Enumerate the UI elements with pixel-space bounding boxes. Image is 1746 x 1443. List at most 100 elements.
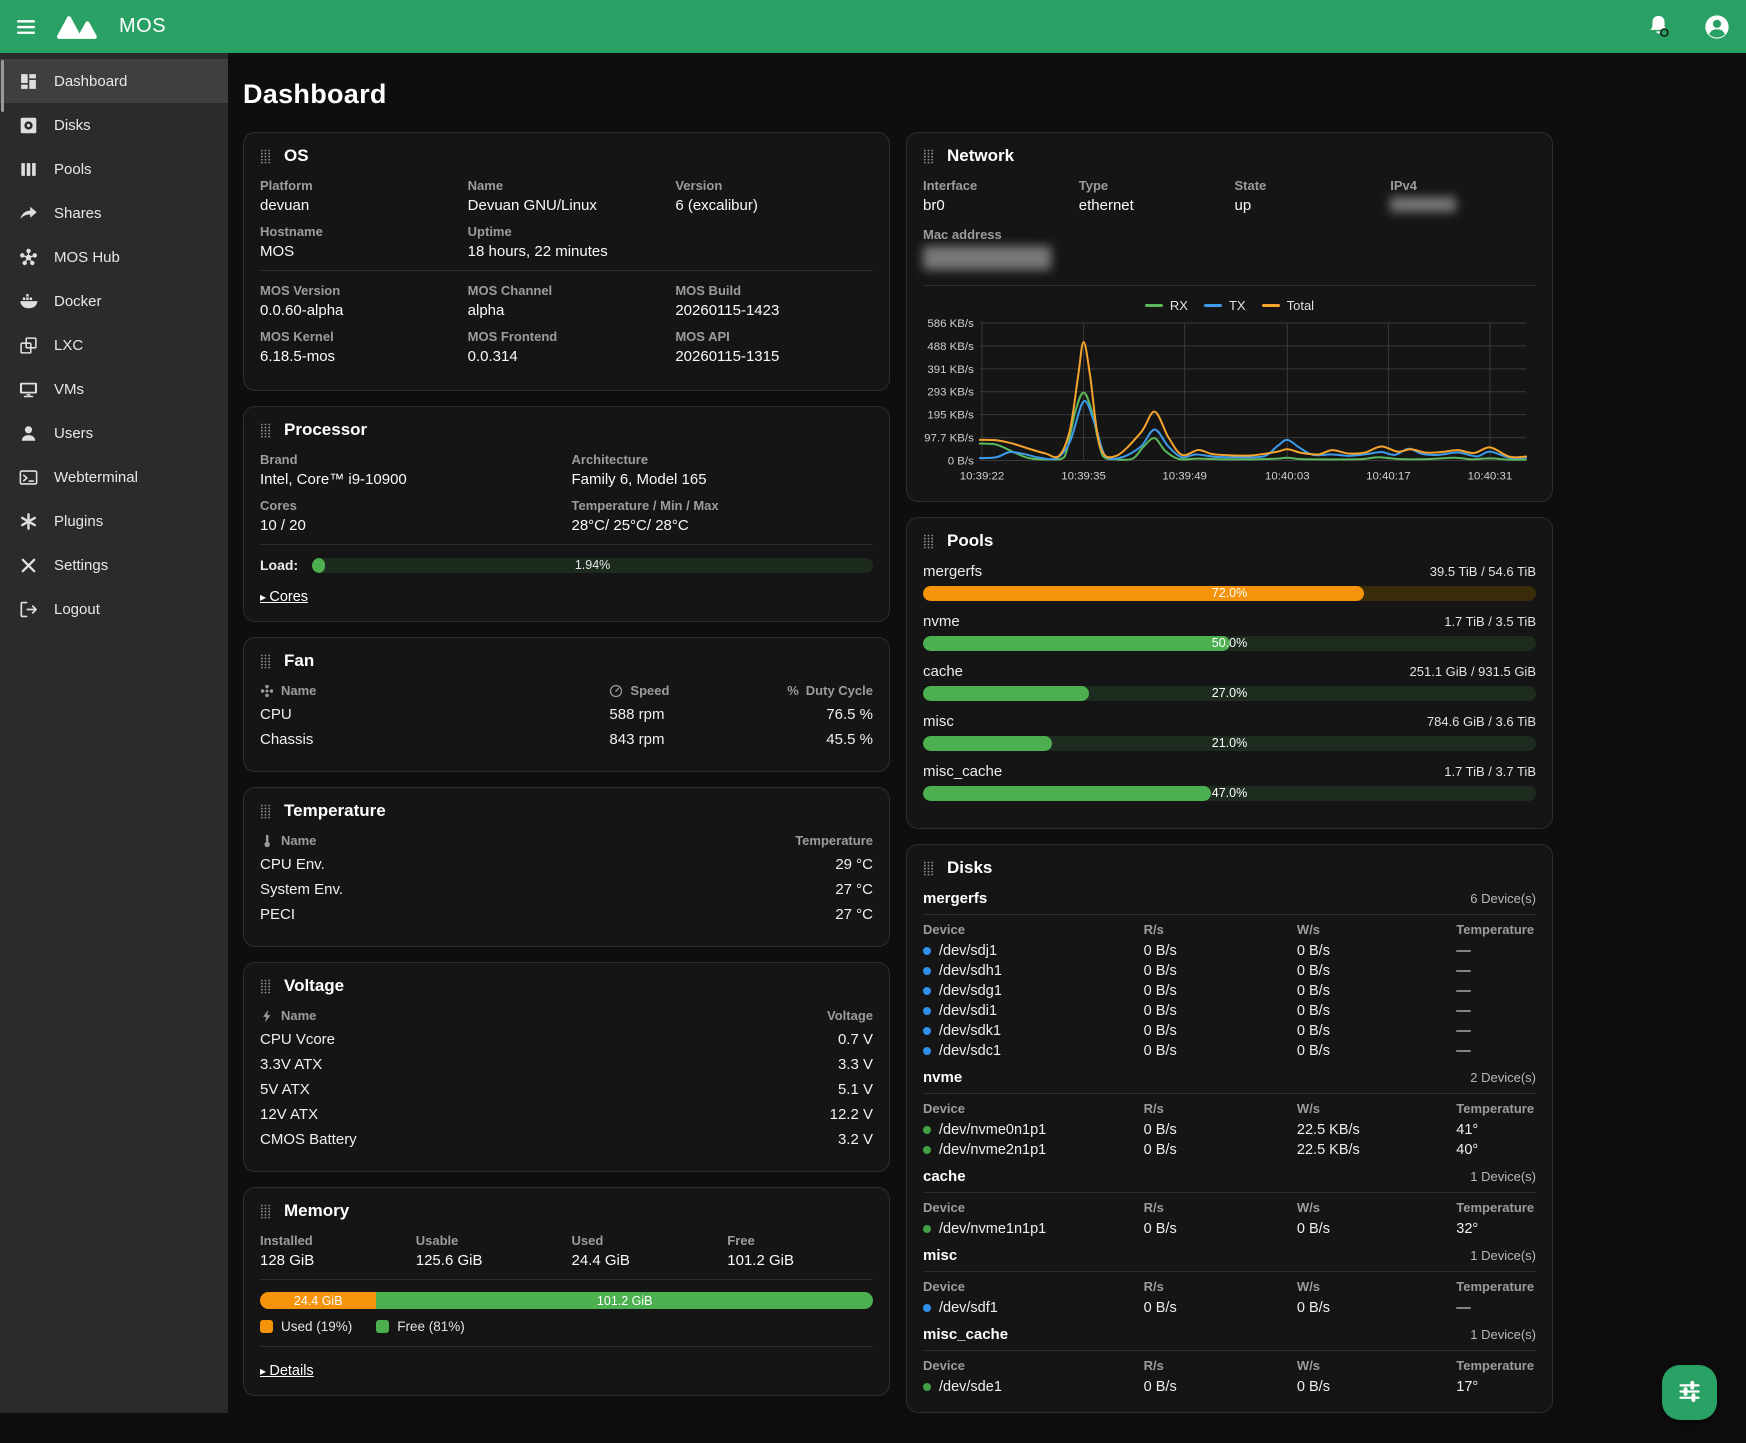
device-temperature: — bbox=[1456, 983, 1536, 999]
column-header: R/s bbox=[1144, 922, 1297, 937]
write-rate: 0 B/s bbox=[1297, 1043, 1456, 1059]
svg-text:10:39:49: 10:39:49 bbox=[1162, 470, 1207, 482]
sidebar-item-pools[interactable]: Pools bbox=[0, 147, 228, 191]
sidebar-item-label: Settings bbox=[54, 557, 108, 574]
field-platform: Platformdevuan bbox=[260, 178, 458, 214]
field-label: Used bbox=[572, 1233, 718, 1248]
disk-row: /dev/sdi10 B/s0 B/s— bbox=[923, 1001, 1536, 1021]
lxc-icon bbox=[18, 335, 38, 355]
pool-capacity: 1.7 TiB / 3.7 TiB bbox=[1444, 764, 1536, 779]
field-value: Intel, Core™ i9-10900 bbox=[260, 471, 562, 488]
sidebar-item-lxc[interactable]: LXC bbox=[0, 323, 228, 367]
svg-text:0 B/s: 0 B/s bbox=[948, 456, 974, 468]
thermometer-icon bbox=[260, 834, 274, 848]
svg-text:10:40:31: 10:40:31 bbox=[1468, 470, 1513, 482]
divider bbox=[260, 1279, 873, 1280]
account-icon[interactable] bbox=[1703, 13, 1731, 41]
details-link[interactable]: Details bbox=[260, 1363, 314, 1379]
sidebar-item-mos-hub[interactable]: MOS Hub bbox=[0, 235, 228, 279]
sidebar-item-shares[interactable]: Shares bbox=[0, 191, 228, 235]
column-header: Device bbox=[923, 922, 1144, 937]
sidebar: Dashboard DisksPoolsSharesMOS HubDockerLX… bbox=[0, 53, 228, 1413]
read-rate: 0 B/s bbox=[1144, 1379, 1297, 1395]
pool-name: misc_cache bbox=[923, 763, 1002, 780]
menu-icon[interactable] bbox=[15, 16, 37, 38]
field-hostname: HostnameMOS bbox=[260, 224, 458, 260]
write-rate: 0 B/s bbox=[1297, 1379, 1456, 1395]
field-label: Brand bbox=[260, 452, 562, 467]
sidebar-scrollbar[interactable] bbox=[1, 60, 4, 112]
pool-name: mergerfs bbox=[923, 563, 982, 580]
drag-handle-icon[interactable] bbox=[260, 654, 271, 669]
fab-settings-button[interactable] bbox=[1662, 1365, 1717, 1420]
device-temperature: 17° bbox=[1456, 1379, 1536, 1395]
disk-group-name: nvme bbox=[923, 1069, 962, 1086]
drag-handle-icon[interactable] bbox=[260, 979, 271, 994]
table-cell: 29 °C bbox=[835, 856, 873, 873]
table-row: CPU588 rpm76.5 % bbox=[260, 706, 873, 723]
field-value: Family 6, Model 165 bbox=[572, 471, 874, 488]
bolt-icon bbox=[260, 1009, 274, 1023]
card-processor: Processor BrandIntel, Core™ i9-10900Arch… bbox=[243, 406, 890, 622]
voltage-table: NameVoltageCPU Vcore0.7 V3.3V ATX3.3 V5V… bbox=[260, 1008, 873, 1148]
right-column: Network Interfacebr0TypeethernetStateupI… bbox=[906, 132, 1553, 1413]
sidebar-item-dashboard[interactable]: Dashboard bbox=[0, 59, 228, 103]
card-network: Network Interfacebr0TypeethernetStateupI… bbox=[906, 132, 1553, 502]
write-rate: 0 B/s bbox=[1297, 963, 1456, 979]
field-label: Free bbox=[727, 1233, 873, 1248]
drag-handle-icon[interactable] bbox=[923, 861, 934, 876]
logout-icon bbox=[18, 599, 38, 619]
device-count: 6 Device(s) bbox=[1470, 891, 1536, 906]
table-cell: Chassis bbox=[260, 731, 609, 748]
field-label: MOS Frontend bbox=[468, 329, 666, 344]
field-label: Platform bbox=[260, 178, 458, 193]
svg-text:10:40:03: 10:40:03 bbox=[1265, 470, 1310, 482]
column-header: Device bbox=[923, 1279, 1144, 1294]
drag-handle-icon[interactable] bbox=[260, 149, 271, 164]
cores-link[interactable]: Cores bbox=[260, 589, 308, 605]
pool-usage-bar: 27.0% bbox=[923, 686, 1536, 701]
load-label: Load: bbox=[260, 557, 298, 573]
sidebar-item-label: Dashboard bbox=[54, 73, 127, 90]
field-label: Mac address bbox=[923, 227, 1069, 242]
disk-row: /dev/nvme1n1p10 B/s0 B/s32° bbox=[923, 1219, 1536, 1239]
sidebar-item-settings[interactable]: Settings bbox=[0, 543, 228, 587]
write-rate: 0 B/s bbox=[1297, 943, 1456, 959]
field-label: Hostname bbox=[260, 224, 458, 239]
disk-section-mergerfs: mergerfs6 Device(s)DeviceR/sW/sTemperatu… bbox=[923, 890, 1536, 1061]
gauge-icon bbox=[609, 684, 623, 698]
drag-handle-icon[interactable] bbox=[260, 423, 271, 438]
app-logo bbox=[54, 11, 102, 42]
sidebar-item-users[interactable]: Users bbox=[0, 411, 228, 455]
device-name: /dev/sdh1 bbox=[923, 963, 1144, 979]
sidebar-item-webterminal[interactable]: Webterminal bbox=[0, 455, 228, 499]
disk-section-misc: misc1 Device(s)DeviceR/sW/sTemperature/d… bbox=[923, 1247, 1536, 1318]
bell-icon[interactable] bbox=[1645, 13, 1672, 40]
disks-sections: mergerfs6 Device(s)DeviceR/sW/sTemperatu… bbox=[923, 890, 1536, 1397]
sidebar-item-vms[interactable]: VMs bbox=[0, 367, 228, 411]
card-title: Pools bbox=[947, 531, 993, 551]
legend-item-used: Used (19%) bbox=[260, 1319, 352, 1334]
pool-percent: 50.0% bbox=[923, 636, 1536, 651]
field-value: up bbox=[1235, 197, 1381, 214]
field-value: 0.0.314 bbox=[468, 348, 666, 365]
table-cell: System Env. bbox=[260, 881, 835, 898]
field-value: 0.0.60-alpha bbox=[260, 302, 458, 319]
details-link-label: Details bbox=[269, 1363, 313, 1379]
pool-usage-bar: 21.0% bbox=[923, 736, 1536, 751]
device-status-dot bbox=[923, 1146, 931, 1154]
sidebar-item-docker[interactable]: Docker bbox=[0, 279, 228, 323]
drag-handle-icon[interactable] bbox=[923, 534, 934, 549]
field-value: ethernet bbox=[1079, 197, 1225, 214]
drag-handle-icon[interactable] bbox=[260, 804, 271, 819]
drag-handle-icon[interactable] bbox=[260, 1204, 271, 1219]
sidebar-item-logout[interactable]: Logout bbox=[0, 587, 228, 631]
column-header: R/s bbox=[1144, 1101, 1297, 1116]
sidebar-item-plugins[interactable]: Plugins bbox=[0, 499, 228, 543]
settings-icon bbox=[18, 555, 38, 575]
drag-handle-icon[interactable] bbox=[923, 149, 934, 164]
sidebar-item-disks[interactable]: Disks bbox=[0, 103, 228, 147]
disk-section-misc-cache: misc_cache1 Device(s)DeviceR/sW/sTempera… bbox=[923, 1326, 1536, 1397]
table-cell: 3.2 V bbox=[838, 1131, 873, 1148]
device-status-dot bbox=[923, 987, 931, 995]
